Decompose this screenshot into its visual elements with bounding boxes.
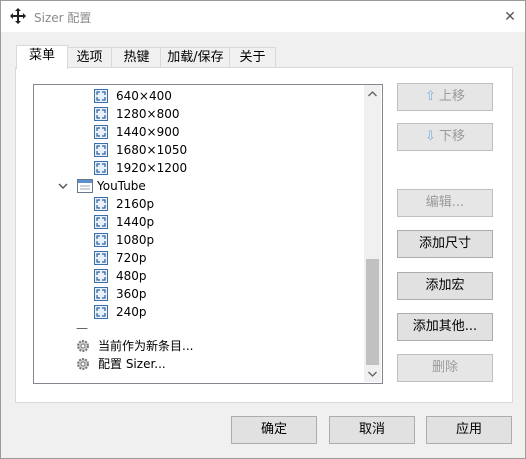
- resize-icon: [94, 143, 108, 157]
- close-button[interactable]: ✕: [495, 1, 525, 32]
- tab-hotkeys[interactable]: 热键: [111, 47, 162, 68]
- gear-icon: [76, 357, 90, 371]
- resize-icon: [94, 251, 108, 265]
- scroll-up-button[interactable]: [364, 85, 381, 102]
- delete-button[interactable]: 删除: [397, 354, 493, 382]
- config-window: Sizer 配置 ✕ 菜单 选项 热键 加载/保存 关于 640×400 128…: [0, 0, 526, 459]
- title-bar[interactable]: Sizer 配置 ✕: [1, 1, 525, 32]
- tab-menu[interactable]: 菜单: [16, 45, 68, 69]
- resize-icon: [94, 197, 108, 211]
- scroll-thumb[interactable]: [366, 259, 379, 365]
- add-macro-button[interactable]: 添加宏: [397, 272, 493, 300]
- resize-icon: [94, 161, 108, 175]
- edit-button[interactable]: 编辑...: [397, 189, 493, 217]
- tab-about[interactable]: 关于: [229, 47, 276, 68]
- close-icon: ✕: [504, 8, 516, 25]
- submenu-icon: [77, 179, 93, 193]
- arrow-up-icon: ⇧: [425, 89, 436, 104]
- resize-icon: [94, 89, 108, 103]
- move-up-button[interactable]: ⇧ 上移: [397, 83, 493, 111]
- window-title: Sizer 配置: [34, 11, 92, 25]
- resize-icon: [94, 287, 108, 301]
- cancel-button[interactable]: 取消: [329, 416, 415, 444]
- move-down-button[interactable]: ⇩ 下移: [397, 123, 493, 151]
- chevron-down-icon[interactable]: [58, 177, 70, 200]
- chevron-down-icon: [368, 371, 377, 377]
- menu-tree[interactable]: 640×400 1280×800 1440×900 1680×1050 1920…: [33, 84, 383, 384]
- tree-scrollbar[interactable]: [364, 85, 381, 382]
- resize-icon: [94, 269, 108, 283]
- scroll-down-button[interactable]: [364, 365, 381, 382]
- add-other-button[interactable]: 添加其他...: [397, 313, 493, 341]
- resize-icon: [94, 107, 108, 121]
- gear-icon: [76, 339, 90, 353]
- arrow-down-icon: ⇩: [425, 129, 436, 144]
- resize-icon: [94, 125, 108, 139]
- tree-separator[interactable]: —: [76, 319, 96, 337]
- resize-icon: [94, 233, 108, 247]
- move-arrows-icon: [9, 7, 27, 25]
- tab-load-save[interactable]: 加载/保存: [160, 47, 231, 68]
- apply-button[interactable]: 应用: [426, 416, 512, 444]
- tab-options[interactable]: 选项: [66, 47, 113, 68]
- add-size-button[interactable]: 添加尺寸: [397, 230, 493, 258]
- ok-button[interactable]: 确定: [231, 416, 317, 444]
- resize-icon: [94, 215, 108, 229]
- resize-icon: [94, 305, 108, 319]
- chevron-up-icon: [368, 90, 377, 96]
